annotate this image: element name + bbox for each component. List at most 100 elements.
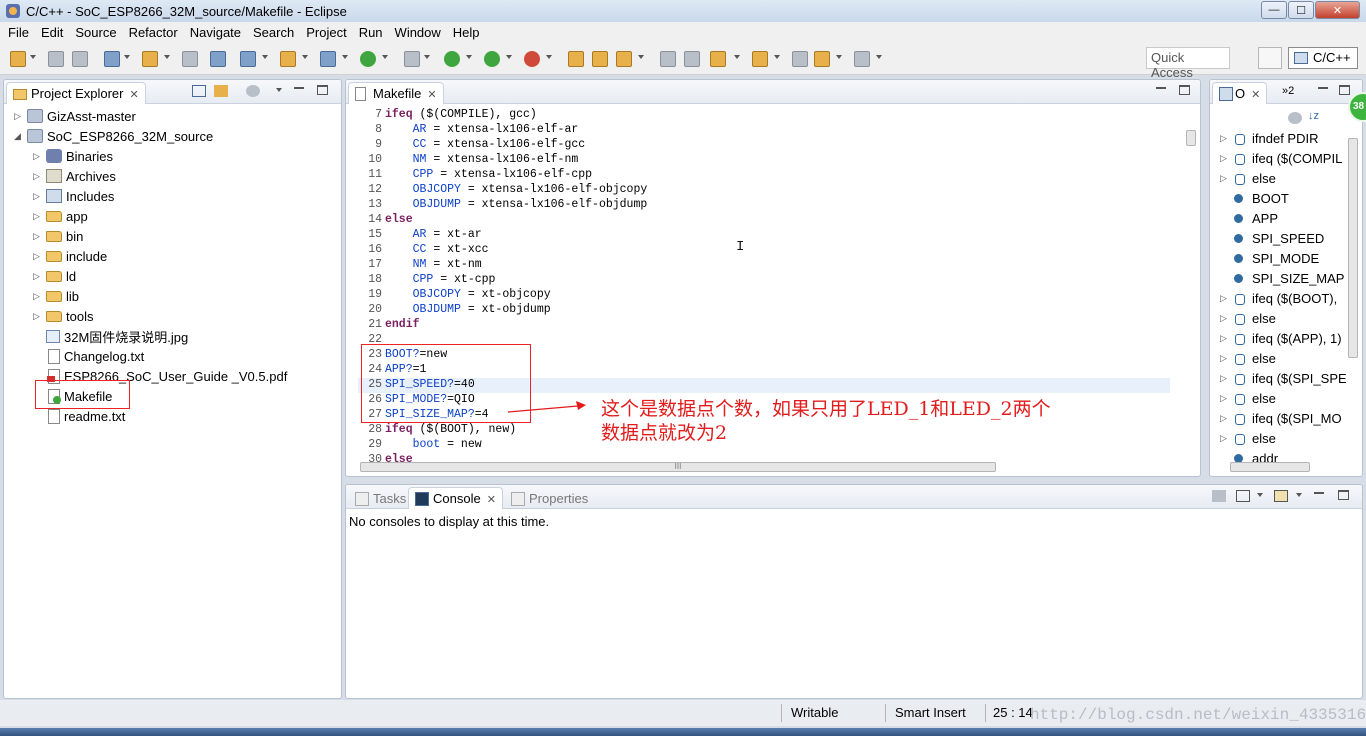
menu-navigate[interactable]: Navigate	[184, 25, 247, 40]
chevron-down-icon[interactable]	[546, 55, 552, 59]
chevron-down-icon[interactable]	[638, 55, 644, 59]
twisty-icon[interactable]: ▷	[33, 311, 41, 322]
view-menu-icon[interactable]	[276, 88, 282, 92]
chevron-down-icon[interactable]	[774, 55, 780, 59]
tree-item[interactable]: 32M固件烧录说明.jpg	[33, 326, 188, 346]
menu-file[interactable]: File	[2, 25, 35, 40]
close-button[interactable]: ✕	[1315, 1, 1360, 19]
outline-item[interactable]: ▷ else	[1220, 168, 1276, 188]
close-icon[interactable]: ✕	[129, 89, 138, 101]
chevron-down-icon[interactable]	[342, 55, 348, 59]
scrollbar-thumb[interactable]	[1230, 462, 1310, 472]
code-line[interactable]: 29 boot = new	[358, 438, 1170, 453]
outline-horizontal-scrollbar[interactable]	[1216, 460, 1356, 474]
tree-item[interactable]: Changelog.txt	[33, 346, 144, 366]
quick-access-input[interactable]: Quick Access	[1146, 47, 1230, 80]
outline-item[interactable]: ▷ else	[1220, 348, 1276, 368]
more-views-button[interactable]: »2	[1282, 85, 1294, 97]
menu-refactor[interactable]: Refactor	[123, 25, 184, 40]
code-line[interactable]: 10 NM = xtensa-lx106-elf-nm	[358, 153, 1170, 168]
outline-item[interactable]: ▷ else	[1220, 388, 1276, 408]
binary-icon[interactable]	[182, 51, 198, 67]
stop-icon[interactable]	[524, 51, 540, 67]
code-line[interactable]: 12 OBJCOPY = xtensa-lx106-elf-objcopy	[358, 183, 1170, 198]
maximize-button[interactable]: ☐	[1288, 1, 1314, 19]
outline-item[interactable]: ▷ ifeq ($(SPI_MO	[1220, 408, 1342, 428]
chevron-down-icon[interactable]	[262, 55, 268, 59]
chevron-down-icon[interactable]	[164, 55, 170, 59]
show-whitespace-icon[interactable]	[684, 51, 700, 67]
twisty-icon[interactable]: ▷	[14, 111, 22, 122]
status-insert-mode[interactable]: Smart Insert	[895, 705, 966, 720]
forward-icon[interactable]	[854, 51, 870, 67]
display-console-icon[interactable]	[1236, 490, 1250, 502]
code-line[interactable]: 18 CPP = xt-cpp	[358, 273, 1170, 288]
code-line[interactable]: 13 OBJDUMP = xtensa-lx106-elf-objdump	[358, 198, 1170, 213]
toggle-mark-icon[interactable]	[660, 51, 676, 67]
tree-item[interactable]: ▷ lib	[33, 286, 79, 306]
code-line[interactable]: 28 ifeq ($(BOOT), new)	[358, 423, 1170, 438]
tree-item[interactable]: ▷ include	[33, 246, 107, 266]
open-type-icon[interactable]	[568, 51, 584, 67]
tab-outline[interactable]: O ✕	[1212, 82, 1268, 104]
tree-item[interactable]: readme.txt	[33, 406, 125, 426]
open-folder-icon[interactable]	[592, 51, 608, 67]
collapse-all-icon[interactable]	[192, 85, 206, 97]
tree-item[interactable]: ▷ tools	[33, 306, 93, 326]
last-edit-icon[interactable]	[792, 51, 808, 67]
outline-item[interactable]: APP	[1220, 208, 1278, 228]
tree-item[interactable]: ▷ Includes	[33, 186, 114, 206]
twisty-icon[interactable]: ▷	[33, 211, 41, 222]
tree-item[interactable]: ▷ Archives	[33, 166, 116, 186]
outline-item[interactable]: ▷ else	[1220, 308, 1276, 328]
code-line[interactable]: 20 OBJDUMP = xt-objdump	[358, 303, 1170, 318]
minimize-view-icon[interactable]	[1156, 87, 1166, 90]
twisty-icon[interactable]: ▷	[33, 251, 41, 262]
tree-item[interactable]: ▷ GizAsst-master	[14, 106, 136, 126]
twisty-icon[interactable]: ▷	[33, 151, 41, 162]
menu-search[interactable]: Search	[247, 25, 300, 40]
open-perspective-button[interactable]	[1258, 47, 1282, 69]
open-console-icon[interactable]	[1274, 490, 1288, 502]
tab-makefile[interactable]: Makefile ✕	[348, 82, 444, 104]
twisty-icon[interactable]: ▷	[33, 191, 41, 202]
menu-run[interactable]: Run	[353, 25, 389, 40]
tree-item[interactable]: ▷ ld	[33, 266, 76, 286]
twisty-icon[interactable]: ▷	[1220, 313, 1228, 324]
editor-vertical-scrollbar[interactable]	[1184, 106, 1198, 456]
twisty-icon[interactable]: ▷	[1220, 413, 1228, 424]
outline-item[interactable]: SPI_SPEED	[1220, 228, 1324, 248]
close-icon[interactable]: ✕	[427, 89, 436, 101]
code-line[interactable]: 17 NM = xt-nm	[358, 258, 1170, 273]
scrollbar-thumb[interactable]	[1186, 130, 1196, 146]
code-line[interactable]: 9 CC = xtensa-lx106-elf-gcc	[358, 138, 1170, 153]
tab-properties[interactable]: Properties	[504, 487, 595, 509]
outline-vertical-scrollbar[interactable]	[1346, 128, 1360, 456]
outline-item[interactable]: ▷ ifeq ($(COMPIL	[1220, 148, 1342, 168]
code-line[interactable]: 15 AR = xt-ar	[358, 228, 1170, 243]
tree-item[interactable]: ▷ app	[33, 206, 88, 226]
tree-item[interactable]: ◢ SoC_ESP8266_32M_source	[14, 126, 213, 146]
chevron-down-icon[interactable]	[466, 55, 472, 59]
tab-project-explorer[interactable]: Project Explorer ✕	[6, 82, 146, 104]
chevron-down-icon[interactable]	[506, 55, 512, 59]
code-line[interactable]: 11 CPP = xtensa-lx106-elf-cpp	[358, 168, 1170, 183]
code-line[interactable]: 16 CC = xt-xcc	[358, 243, 1170, 258]
next-annotation-icon[interactable]	[710, 51, 726, 67]
outline-item[interactable]: ▷ ifndef PDIR	[1220, 128, 1318, 148]
maximize-view-icon[interactable]	[1179, 85, 1190, 95]
twisty-icon[interactable]: ▷	[33, 231, 41, 242]
twisty-icon[interactable]: ▷	[1220, 293, 1228, 304]
pin-console-icon[interactable]	[1212, 490, 1226, 502]
twisty-icon[interactable]: ▷	[33, 171, 41, 182]
prev-annotation-icon[interactable]	[752, 51, 768, 67]
twisty-icon[interactable]: ▷	[1220, 133, 1228, 144]
code-line[interactable]: 14 else	[358, 213, 1170, 228]
code-line[interactable]: 21 endif	[358, 318, 1170, 333]
menu-source[interactable]: Source	[69, 25, 122, 40]
filter-icon[interactable]	[246, 85, 260, 97]
code-line[interactable]: 19 OBJCOPY = xt-objcopy	[358, 288, 1170, 303]
chevron-down-icon[interactable]	[836, 55, 842, 59]
twisty-icon[interactable]: ▷	[1220, 433, 1228, 444]
outline-item[interactable]: ▷ else	[1220, 428, 1276, 448]
